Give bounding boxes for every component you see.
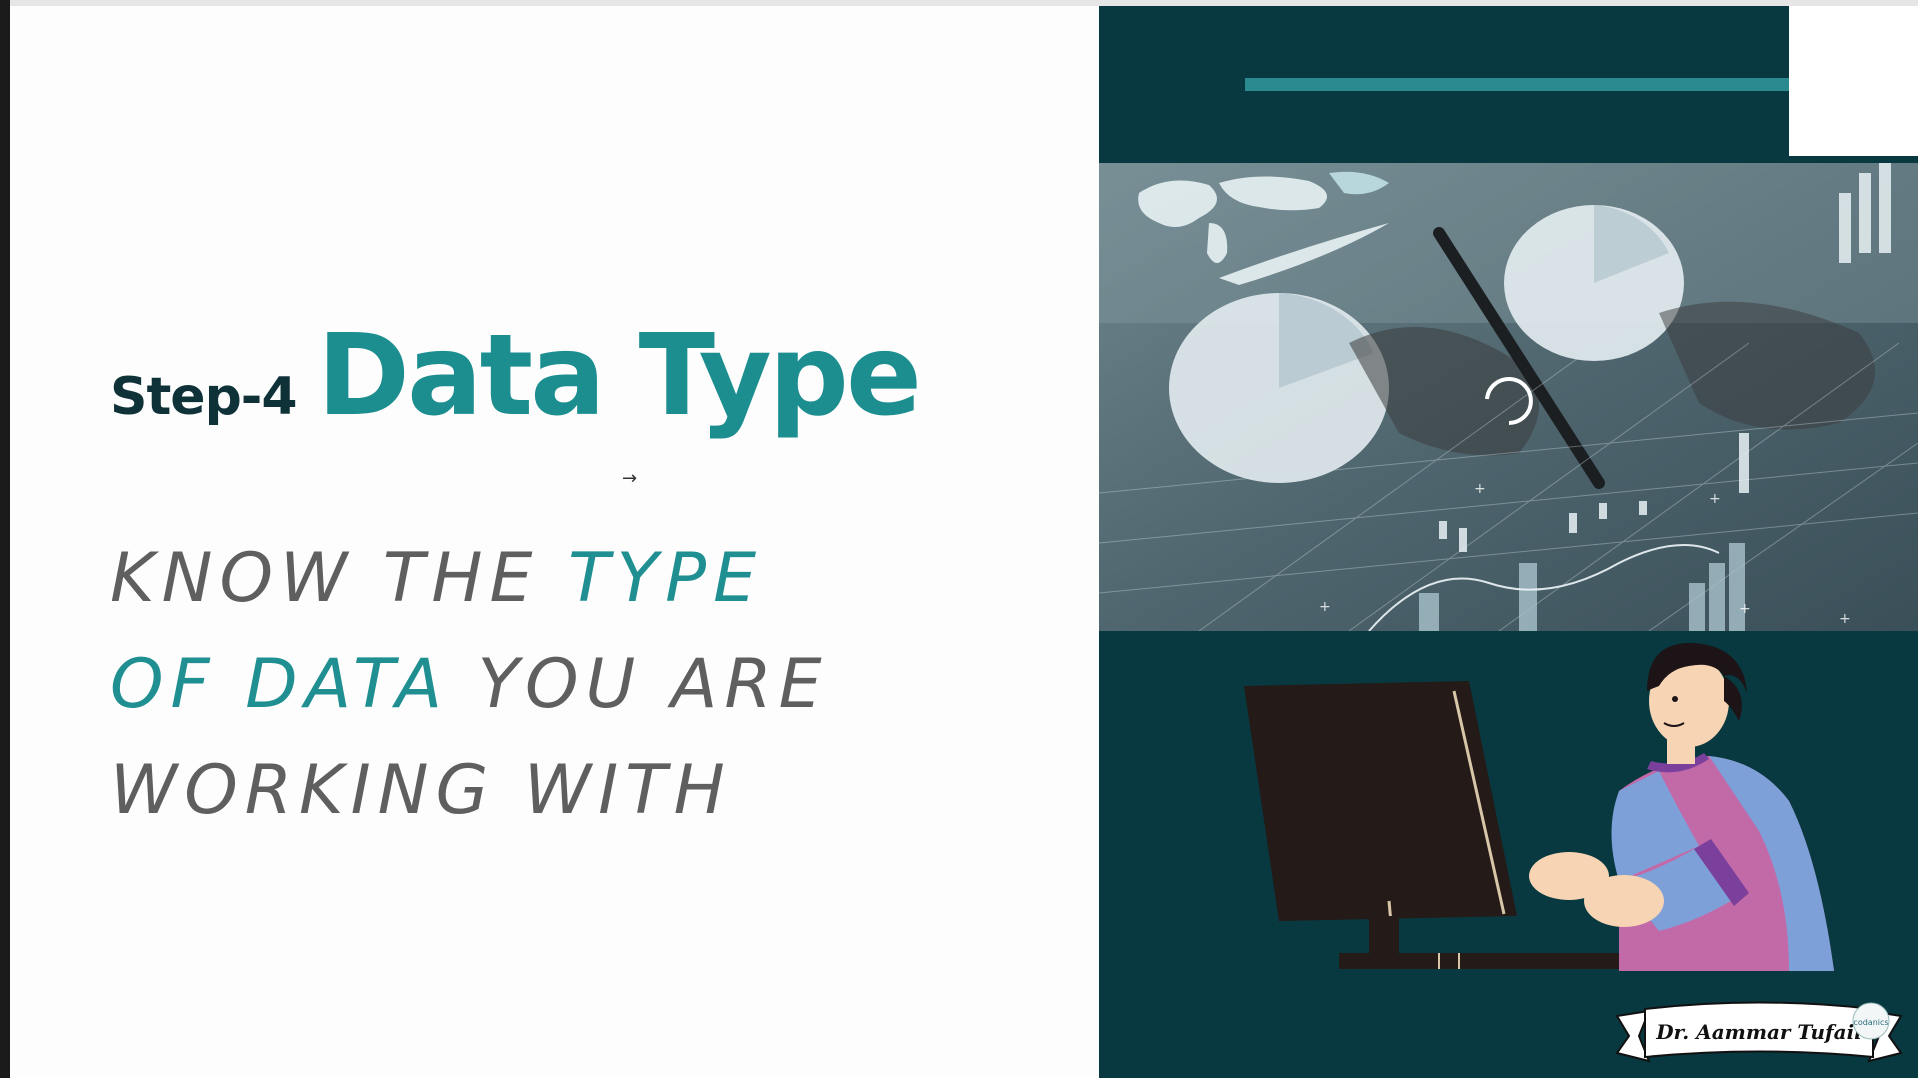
- subtitle-accent-fragment: OF DATA: [110, 645, 449, 724]
- subtitle-fragment: WORKING WITH: [110, 751, 732, 830]
- svg-text:+: +: [1739, 601, 1751, 617]
- slide-subtitle: KNOW THE TYPE OF DATA YOU ARE WORKING WI…: [110, 526, 1010, 844]
- svg-text:+: +: [1474, 481, 1486, 497]
- business-analytics-image: + + + + +: [1099, 163, 1918, 631]
- slide-image-panel: + + + + + Dr. Aammar Tufail codanics: [1099, 6, 1918, 1078]
- svg-text:+: +: [1709, 491, 1721, 507]
- subtitle-accent-fragment: TYPE: [568, 539, 764, 618]
- subtitle-line-3: WORKING WITH: [110, 751, 732, 830]
- slide-title: Data Type: [317, 311, 922, 441]
- step-label: Step-4: [110, 367, 298, 427]
- slide-text-panel: Step-4 Data Type → KNOW THE TYPE OF DATA…: [10, 6, 1100, 1078]
- svg-text:+: +: [1839, 611, 1851, 627]
- window-left-edge: [0, 0, 10, 1078]
- presentation-slide: Step-4 Data Type → KNOW THE TYPE OF DATA…: [10, 6, 1918, 1078]
- slide-title-row: Step-4 Data Type: [110, 311, 922, 441]
- subtitle-fragment: KNOW THE: [110, 539, 569, 618]
- svg-text:+: +: [1319, 599, 1331, 615]
- decorative-white-block: [1789, 6, 1918, 156]
- subtitle-fragment: YOU ARE: [449, 645, 829, 724]
- signature-badge: Dr. Aammar Tufail codanics: [1615, 1001, 1903, 1063]
- codanics-logo: codanics: [1853, 1018, 1888, 1027]
- subtitle-line-1: KNOW THE TYPE: [110, 539, 763, 618]
- signature-text: Dr. Aammar Tufail: [1655, 1020, 1862, 1044]
- mouse-cursor-icon: →: [622, 468, 638, 489]
- subtitle-line-2: OF DATA YOU ARE: [110, 645, 829, 724]
